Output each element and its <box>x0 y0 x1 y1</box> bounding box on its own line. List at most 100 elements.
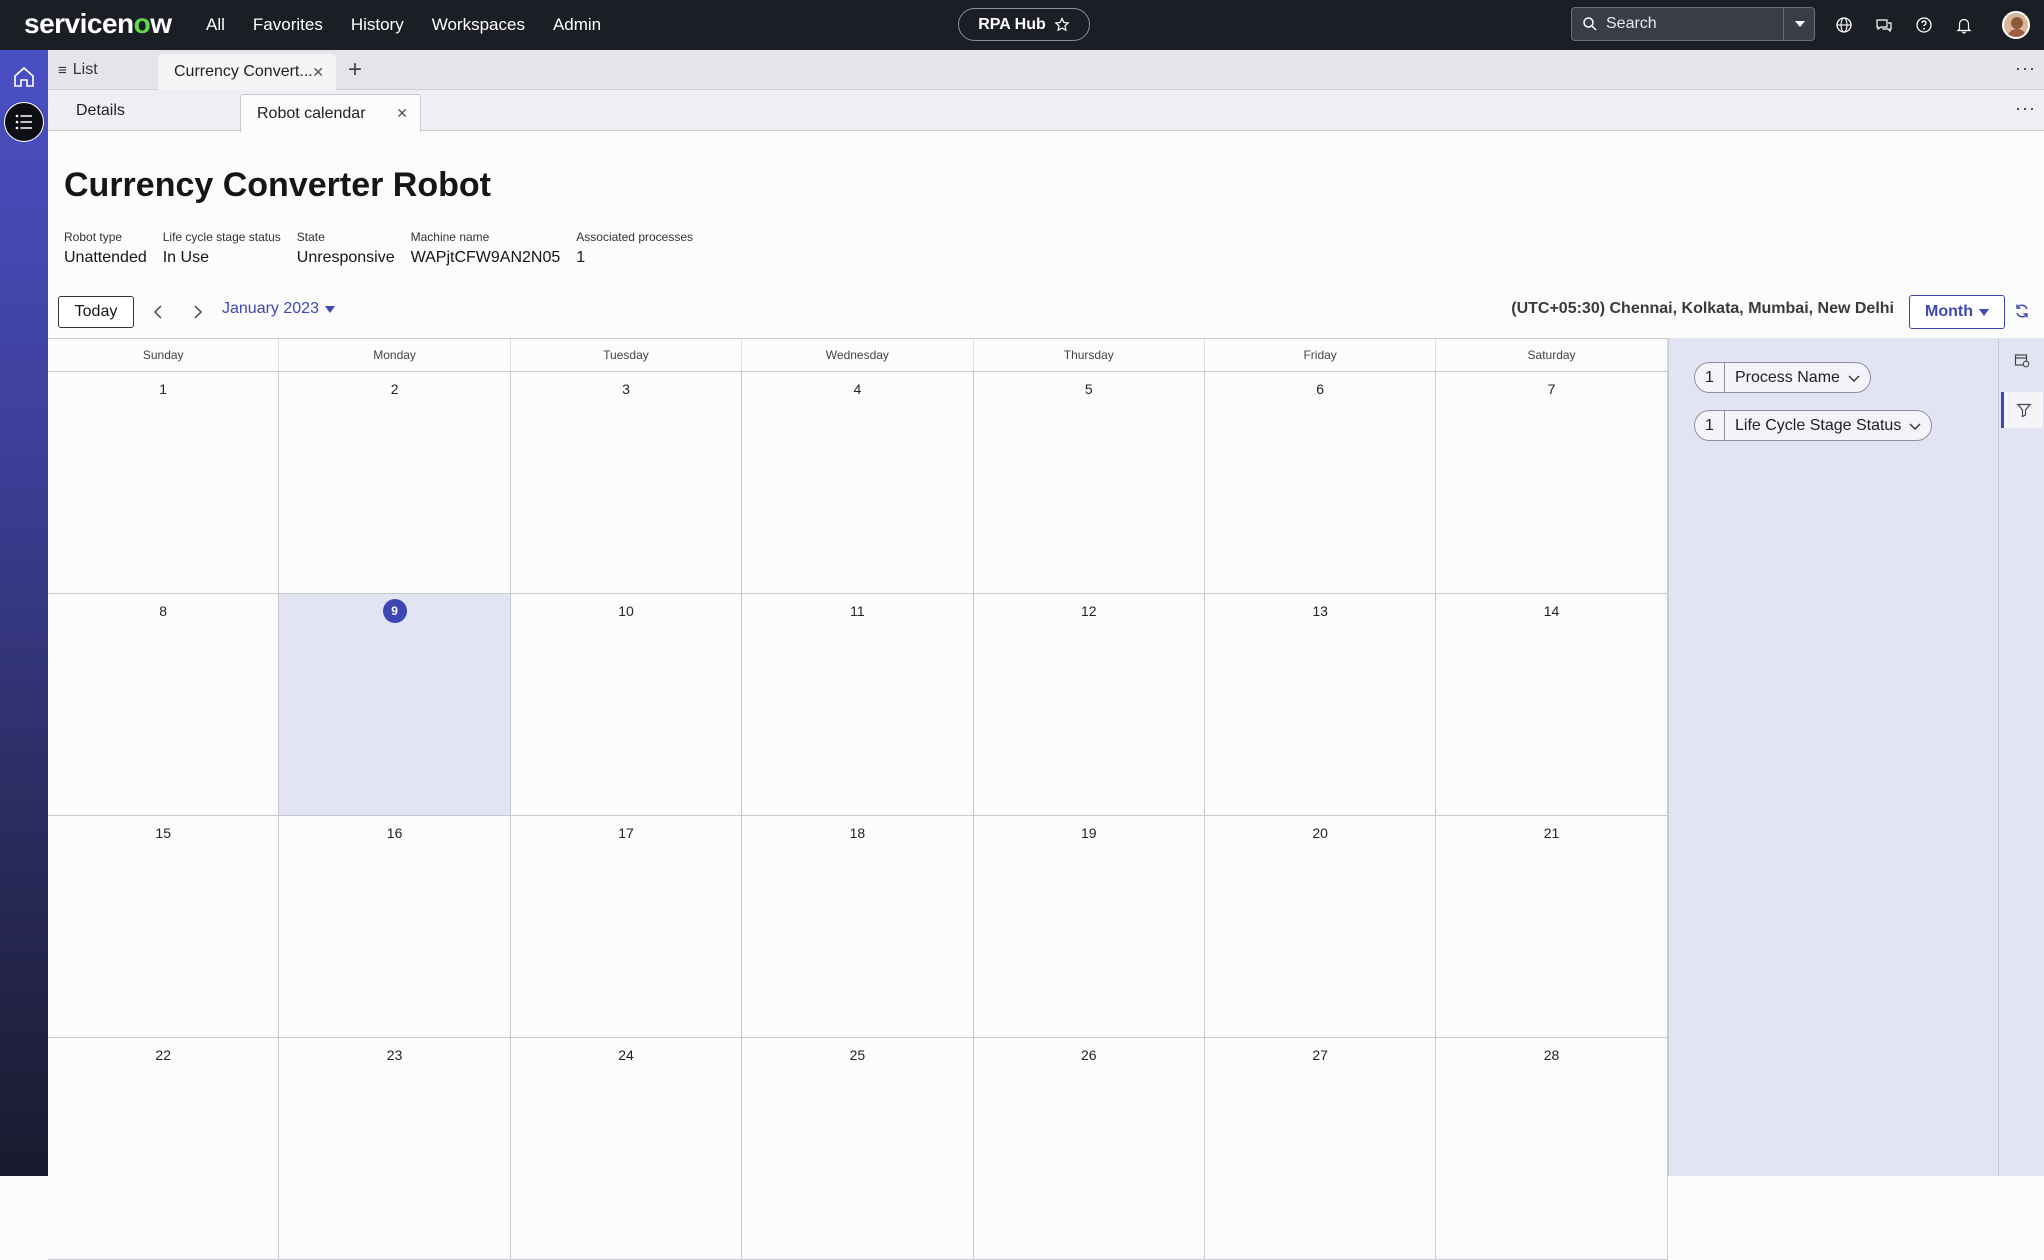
filter-chip-process-name[interactable]: 1 Process Name <box>1694 362 1871 393</box>
app-pill-rpa-hub[interactable]: RPA Hub <box>958 8 1090 41</box>
nav-history[interactable]: History <box>351 15 404 35</box>
global-search[interactable] <box>1571 7 1815 41</box>
calendar-week-row: 8 9 10 11 12 13 14 <box>48 594 1668 816</box>
filter-count-badge: 1 <box>1695 411 1725 440</box>
calendar-week-row: 1 2 3 4 5 6 7 <box>48 372 1668 594</box>
calendar-day-cell[interactable]: 17 <box>511 816 743 1037</box>
tab-details[interactable]: Details <box>76 90 125 131</box>
calendar-day-cell[interactable]: 22 <box>48 1038 280 1259</box>
chevron-left-icon[interactable] <box>148 302 168 322</box>
calendar-day-cell[interactable]: 2 <box>279 372 511 593</box>
calendar-day-cell[interactable]: 19 <box>974 816 1205 1037</box>
weekday-friday: Friday <box>1205 339 1437 371</box>
view-mode-dropdown[interactable]: Month <box>1909 295 2005 329</box>
chevron-right-icon[interactable] <box>188 302 208 322</box>
field-machine-name: Machine name WAPjtCFW9AN2N05 <box>411 230 561 267</box>
tab-currency-converter[interactable]: Currency Convert... ✕ <box>158 54 336 90</box>
chevron-down-icon <box>1909 423 1921 430</box>
field-value: WAPjtCFW9AN2N05 <box>410 249 561 266</box>
help-icon[interactable] <box>1912 13 1936 37</box>
top-navigation-bar: servicenow All Favorites History Workspa… <box>0 0 2044 50</box>
close-icon[interactable]: ✕ <box>312 64 324 81</box>
add-tab-button[interactable]: + <box>348 56 362 84</box>
search-scope-dropdown[interactable] <box>1783 7 1815 41</box>
calendar-day-cell[interactable]: 6 <box>1205 372 1437 593</box>
close-icon[interactable]: ✕ <box>396 105 408 122</box>
day-number: 5 <box>1084 381 1093 397</box>
weekday-monday: Monday <box>279 339 511 371</box>
list-view-icon[interactable] <box>4 102 44 142</box>
calendar-day-cell[interactable]: 4 <box>742 372 974 593</box>
calendar-day-cell[interactable]: 11 <box>742 594 974 815</box>
calendar-day-cell[interactable]: 10 <box>511 594 743 815</box>
chat-icon[interactable] <box>1872 13 1896 37</box>
globe-icon[interactable] <box>1832 13 1856 37</box>
calendar-day-cell[interactable]: 21 <box>1436 816 1668 1037</box>
calendar-day-cell[interactable]: 1 <box>48 372 280 593</box>
month-selector[interactable]: January 2023 <box>222 300 335 318</box>
day-number: 17 <box>618 825 634 841</box>
nav-workspaces[interactable]: Workspaces <box>432 15 525 35</box>
search-input[interactable] <box>1606 15 1776 33</box>
caret-down-icon <box>1978 308 1989 316</box>
calendar-day-cell[interactable]: 23 <box>279 1038 511 1259</box>
caret-down-icon <box>324 305 335 313</box>
tab-details-label: Details <box>76 101 125 119</box>
refresh-icon[interactable] <box>2012 301 2032 321</box>
tab-list[interactable]: ≡ List <box>58 50 98 90</box>
field-value: Unattended <box>64 249 147 266</box>
weekday-sunday: Sunday <box>48 339 280 371</box>
calendar-day-cell[interactable]: 15 <box>48 816 280 1037</box>
calendar-day-cell[interactable]: 27 <box>1205 1038 1437 1259</box>
filter-chip-life-cycle-stage-status[interactable]: 1 Life Cycle Stage Status <box>1694 410 1933 441</box>
more-options-icon[interactable]: ··· <box>2015 58 2036 79</box>
tab-robot-calendar[interactable]: Robot calendar ✕ <box>240 94 421 132</box>
calendar-settings-icon[interactable] <box>2012 350 2032 370</box>
day-number: 20 <box>1312 825 1328 841</box>
more-options-icon[interactable]: ··· <box>2015 98 2036 119</box>
star-icon[interactable] <box>1054 16 1070 33</box>
calendar-day-cell[interactable]: 8 <box>48 594 280 815</box>
calendar-day-cell[interactable]: 20 <box>1205 816 1437 1037</box>
servicenow-logo[interactable]: servicenow <box>24 8 172 40</box>
day-number: 18 <box>849 825 866 841</box>
calendar-day-cell[interactable]: 24 <box>511 1038 743 1259</box>
calendar-day-cell[interactable]: 5 <box>974 372 1205 593</box>
bell-icon[interactable] <box>1952 13 1976 37</box>
calendar-day-cell[interactable]: 7 <box>1436 372 1668 593</box>
workspace-tab-strip: ≡ List Currency Convert... ✕ + ··· <box>48 50 2044 90</box>
calendar-day-cell[interactable]: 25 <box>742 1038 974 1259</box>
nav-favorites[interactable]: Favorites <box>253 15 323 35</box>
calendar-week-row: 15 16 17 18 19 20 21 <box>48 816 1668 1038</box>
field-life-cycle-status: Life cycle stage status In Use <box>163 230 281 267</box>
calendar-day-cell[interactable]: 28 <box>1436 1038 1668 1259</box>
calendar-day-cell[interactable]: 13 <box>1205 594 1437 815</box>
user-avatar[interactable] <box>2002 11 2030 39</box>
nav-admin[interactable]: Admin <box>553 15 601 35</box>
day-number: 10 <box>618 603 634 619</box>
day-number: 21 <box>1543 825 1560 841</box>
filter-chip-label: Life Cycle Stage Status <box>1735 416 1902 434</box>
tab-label: Currency Convert... <box>174 63 313 80</box>
home-icon[interactable] <box>11 64 37 90</box>
month-label: January 2023 <box>222 300 319 317</box>
field-robot-type: Robot type Unattended <box>64 230 147 267</box>
today-button[interactable]: Today <box>58 296 134 328</box>
day-number: 28 <box>1543 1047 1560 1063</box>
calendar-day-cell[interactable]: 26 <box>974 1038 1205 1259</box>
calendar-day-cell[interactable]: 16 <box>279 816 511 1037</box>
avatar-body <box>2007 29 2027 37</box>
calendar-day-cell[interactable]: 18 <box>742 816 974 1037</box>
filter-icon[interactable] <box>2001 392 2043 428</box>
nav-all[interactable]: All <box>206 15 225 35</box>
calendar-day-cell[interactable]: 3 <box>511 372 743 593</box>
record-sub-tabs: Details Robot calendar ✕ ··· <box>48 90 2044 132</box>
calendar-day-cell[interactable]: 12 <box>974 594 1205 815</box>
field-value: 1 <box>576 249 586 266</box>
tab-list-label: List <box>72 61 98 78</box>
day-number: 27 <box>1312 1047 1328 1063</box>
calendar-day-cell-today[interactable]: 9 <box>279 594 511 815</box>
weekday-header: Sunday Monday Tuesday Wednesday Thursday… <box>48 339 1668 372</box>
day-number: 12 <box>1080 603 1097 619</box>
calendar-day-cell[interactable]: 14 <box>1436 594 1668 815</box>
